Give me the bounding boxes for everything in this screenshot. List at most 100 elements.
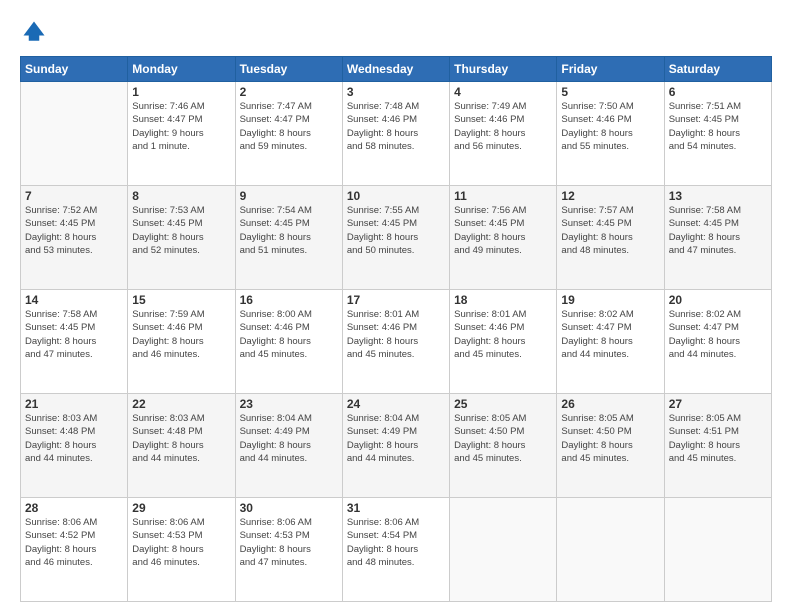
day-number: 25 — [454, 397, 552, 411]
calendar-cell: 26Sunrise: 8:05 AM Sunset: 4:50 PM Dayli… — [557, 394, 664, 498]
day-number: 20 — [669, 293, 767, 307]
day-info: Sunrise: 8:02 AM Sunset: 4:47 PM Dayligh… — [669, 308, 767, 361]
calendar-cell: 11Sunrise: 7:56 AM Sunset: 4:45 PM Dayli… — [450, 186, 557, 290]
day-info: Sunrise: 8:04 AM Sunset: 4:49 PM Dayligh… — [347, 412, 445, 465]
day-info: Sunrise: 7:54 AM Sunset: 4:45 PM Dayligh… — [240, 204, 338, 257]
day-number: 15 — [132, 293, 230, 307]
day-info: Sunrise: 7:50 AM Sunset: 4:46 PM Dayligh… — [561, 100, 659, 153]
weekday-header-row: SundayMondayTuesdayWednesdayThursdayFrid… — [21, 57, 772, 82]
day-info: Sunrise: 7:58 AM Sunset: 4:45 PM Dayligh… — [669, 204, 767, 257]
logo — [20, 18, 52, 46]
day-number: 9 — [240, 189, 338, 203]
calendar-week-row: 28Sunrise: 8:06 AM Sunset: 4:52 PM Dayli… — [21, 498, 772, 602]
day-number: 7 — [25, 189, 123, 203]
calendar-cell: 12Sunrise: 7:57 AM Sunset: 4:45 PM Dayli… — [557, 186, 664, 290]
day-number: 14 — [25, 293, 123, 307]
day-info: Sunrise: 8:05 AM Sunset: 4:51 PM Dayligh… — [669, 412, 767, 465]
day-info: Sunrise: 7:48 AM Sunset: 4:46 PM Dayligh… — [347, 100, 445, 153]
day-number: 18 — [454, 293, 552, 307]
calendar-cell: 7Sunrise: 7:52 AM Sunset: 4:45 PM Daylig… — [21, 186, 128, 290]
day-number: 29 — [132, 501, 230, 515]
day-info: Sunrise: 7:49 AM Sunset: 4:46 PM Dayligh… — [454, 100, 552, 153]
day-info: Sunrise: 7:58 AM Sunset: 4:45 PM Dayligh… — [25, 308, 123, 361]
calendar-cell: 29Sunrise: 8:06 AM Sunset: 4:53 PM Dayli… — [128, 498, 235, 602]
day-number: 2 — [240, 85, 338, 99]
calendar-cell: 3Sunrise: 7:48 AM Sunset: 4:46 PM Daylig… — [342, 82, 449, 186]
day-info: Sunrise: 8:06 AM Sunset: 4:54 PM Dayligh… — [347, 516, 445, 569]
day-number: 23 — [240, 397, 338, 411]
day-info: Sunrise: 8:03 AM Sunset: 4:48 PM Dayligh… — [25, 412, 123, 465]
day-info: Sunrise: 8:01 AM Sunset: 4:46 PM Dayligh… — [347, 308, 445, 361]
calendar-cell: 31Sunrise: 8:06 AM Sunset: 4:54 PM Dayli… — [342, 498, 449, 602]
calendar-cell: 17Sunrise: 8:01 AM Sunset: 4:46 PM Dayli… — [342, 290, 449, 394]
calendar-cell: 19Sunrise: 8:02 AM Sunset: 4:47 PM Dayli… — [557, 290, 664, 394]
calendar-cell: 20Sunrise: 8:02 AM Sunset: 4:47 PM Dayli… — [664, 290, 771, 394]
calendar-cell: 21Sunrise: 8:03 AM Sunset: 4:48 PM Dayli… — [21, 394, 128, 498]
day-number: 21 — [25, 397, 123, 411]
day-info: Sunrise: 7:52 AM Sunset: 4:45 PM Dayligh… — [25, 204, 123, 257]
calendar-cell — [557, 498, 664, 602]
calendar-cell: 14Sunrise: 7:58 AM Sunset: 4:45 PM Dayli… — [21, 290, 128, 394]
day-number: 16 — [240, 293, 338, 307]
day-info: Sunrise: 8:04 AM Sunset: 4:49 PM Dayligh… — [240, 412, 338, 465]
day-info: Sunrise: 8:05 AM Sunset: 4:50 PM Dayligh… — [561, 412, 659, 465]
day-number: 17 — [347, 293, 445, 307]
calendar-cell: 5Sunrise: 7:50 AM Sunset: 4:46 PM Daylig… — [557, 82, 664, 186]
day-info: Sunrise: 7:53 AM Sunset: 4:45 PM Dayligh… — [132, 204, 230, 257]
day-info: Sunrise: 8:00 AM Sunset: 4:46 PM Dayligh… — [240, 308, 338, 361]
day-info: Sunrise: 8:06 AM Sunset: 4:52 PM Dayligh… — [25, 516, 123, 569]
day-number: 22 — [132, 397, 230, 411]
weekday-header-friday: Friday — [557, 57, 664, 82]
calendar-cell: 6Sunrise: 7:51 AM Sunset: 4:45 PM Daylig… — [664, 82, 771, 186]
day-number: 5 — [561, 85, 659, 99]
day-info: Sunrise: 8:02 AM Sunset: 4:47 PM Dayligh… — [561, 308, 659, 361]
calendar-week-row: 21Sunrise: 8:03 AM Sunset: 4:48 PM Dayli… — [21, 394, 772, 498]
day-info: Sunrise: 7:51 AM Sunset: 4:45 PM Dayligh… — [669, 100, 767, 153]
day-number: 19 — [561, 293, 659, 307]
calendar-body: 1Sunrise: 7:46 AM Sunset: 4:47 PM Daylig… — [21, 82, 772, 602]
day-number: 11 — [454, 189, 552, 203]
day-info: Sunrise: 7:46 AM Sunset: 4:47 PM Dayligh… — [132, 100, 230, 153]
calendar-cell: 9Sunrise: 7:54 AM Sunset: 4:45 PM Daylig… — [235, 186, 342, 290]
calendar-cell: 30Sunrise: 8:06 AM Sunset: 4:53 PM Dayli… — [235, 498, 342, 602]
day-number: 26 — [561, 397, 659, 411]
calendar-cell: 4Sunrise: 7:49 AM Sunset: 4:46 PM Daylig… — [450, 82, 557, 186]
day-info: Sunrise: 8:06 AM Sunset: 4:53 PM Dayligh… — [240, 516, 338, 569]
day-number: 4 — [454, 85, 552, 99]
calendar-cell: 16Sunrise: 8:00 AM Sunset: 4:46 PM Dayli… — [235, 290, 342, 394]
calendar-cell: 18Sunrise: 8:01 AM Sunset: 4:46 PM Dayli… — [450, 290, 557, 394]
calendar-table: SundayMondayTuesdayWednesdayThursdayFrid… — [20, 56, 772, 602]
logo-icon — [20, 18, 48, 46]
calendar-cell: 22Sunrise: 8:03 AM Sunset: 4:48 PM Dayli… — [128, 394, 235, 498]
calendar-cell — [21, 82, 128, 186]
weekday-header-monday: Monday — [128, 57, 235, 82]
weekday-header-wednesday: Wednesday — [342, 57, 449, 82]
day-info: Sunrise: 7:47 AM Sunset: 4:47 PM Dayligh… — [240, 100, 338, 153]
day-info: Sunrise: 8:01 AM Sunset: 4:46 PM Dayligh… — [454, 308, 552, 361]
day-info: Sunrise: 8:03 AM Sunset: 4:48 PM Dayligh… — [132, 412, 230, 465]
day-info: Sunrise: 7:57 AM Sunset: 4:45 PM Dayligh… — [561, 204, 659, 257]
header — [20, 18, 772, 46]
weekday-header-tuesday: Tuesday — [235, 57, 342, 82]
day-number: 13 — [669, 189, 767, 203]
day-number: 3 — [347, 85, 445, 99]
day-number: 8 — [132, 189, 230, 203]
day-number: 10 — [347, 189, 445, 203]
day-number: 1 — [132, 85, 230, 99]
day-info: Sunrise: 7:56 AM Sunset: 4:45 PM Dayligh… — [454, 204, 552, 257]
calendar-week-row: 1Sunrise: 7:46 AM Sunset: 4:47 PM Daylig… — [21, 82, 772, 186]
calendar-cell: 13Sunrise: 7:58 AM Sunset: 4:45 PM Dayli… — [664, 186, 771, 290]
calendar-week-row: 14Sunrise: 7:58 AM Sunset: 4:45 PM Dayli… — [21, 290, 772, 394]
day-info: Sunrise: 8:06 AM Sunset: 4:53 PM Dayligh… — [132, 516, 230, 569]
calendar-cell: 28Sunrise: 8:06 AM Sunset: 4:52 PM Dayli… — [21, 498, 128, 602]
day-number: 6 — [669, 85, 767, 99]
day-number: 30 — [240, 501, 338, 515]
calendar-cell — [664, 498, 771, 602]
day-info: Sunrise: 8:05 AM Sunset: 4:50 PM Dayligh… — [454, 412, 552, 465]
day-number: 24 — [347, 397, 445, 411]
day-number: 31 — [347, 501, 445, 515]
day-number: 12 — [561, 189, 659, 203]
calendar-header: SundayMondayTuesdayWednesdayThursdayFrid… — [21, 57, 772, 82]
calendar-cell: 8Sunrise: 7:53 AM Sunset: 4:45 PM Daylig… — [128, 186, 235, 290]
weekday-header-sunday: Sunday — [21, 57, 128, 82]
